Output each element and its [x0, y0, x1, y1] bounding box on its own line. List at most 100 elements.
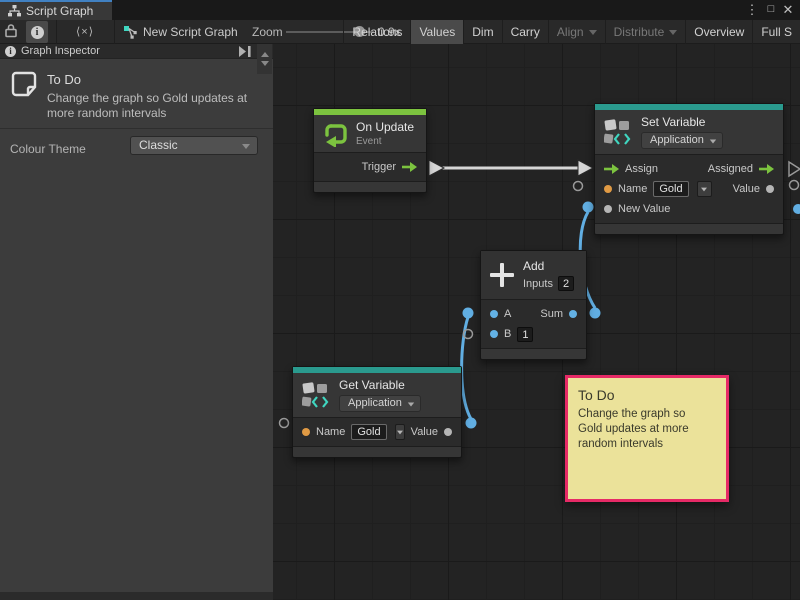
dock-panel-icon[interactable]	[237, 45, 253, 58]
relations-button[interactable]: Relations	[343, 20, 410, 44]
values-button[interactable]: Values	[410, 20, 463, 44]
variable-scope-dropdown[interactable]: Application	[641, 132, 723, 149]
colour-theme-label: Colour Theme	[10, 142, 86, 156]
port-row-assign: Assign Assigned	[595, 159, 783, 179]
flow-out-port[interactable]	[402, 162, 417, 172]
node-footer	[481, 348, 586, 359]
flow-in-port[interactable]	[604, 164, 619, 174]
node-ports: Trigger	[314, 152, 426, 181]
lock-button[interactable]	[4, 23, 22, 41]
titlebar: Script Graph ⋮ □ ✕	[0, 0, 800, 20]
script-graph-asset-icon	[124, 26, 137, 39]
node-header[interactable]: Get Variable Application	[293, 373, 461, 417]
scroll-down-icon[interactable]	[261, 61, 269, 66]
graph-canvas[interactable]: On Update Event Trigger	[273, 44, 800, 600]
name-input-port[interactable]	[604, 185, 612, 193]
zoom-label: Zoom	[252, 20, 283, 44]
new-script-graph-breadcrumb[interactable]: New Script Graph	[124, 20, 238, 44]
node-subtitle: Event	[356, 136, 414, 147]
node-header[interactable]: Set Variable Application	[595, 110, 783, 154]
port-row-b: B 1	[481, 324, 586, 344]
node-on-update[interactable]: On Update Event Trigger	[313, 108, 427, 193]
wire-endpoint-dot[interactable]	[793, 204, 800, 214]
chevron-down-icon	[242, 144, 250, 149]
trigger-port-label: Trigger	[362, 161, 396, 173]
inspector-scroll-spinner[interactable]	[257, 44, 272, 74]
value-output-port[interactable]	[766, 185, 774, 193]
window-maximize-button[interactable]: □	[763, 0, 779, 20]
value-output-port[interactable]	[444, 428, 452, 436]
align-dropdown[interactable]: Align	[548, 20, 605, 44]
a-port-label: A	[504, 308, 511, 320]
sticky-note[interactable]: To Do Change the graph so Gold updates a…	[565, 375, 729, 502]
sum-output-port[interactable]	[569, 310, 577, 318]
b-value-field[interactable]: 1	[517, 327, 533, 342]
variable-scope-dropdown[interactable]: Application	[339, 395, 421, 412]
external-port-assigned[interactable]	[789, 162, 800, 176]
inputs-count-field[interactable]: 2	[558, 276, 574, 291]
node-ports: Name Gold Value	[293, 417, 461, 446]
tab-script-graph[interactable]: Script Graph	[0, 0, 112, 20]
name-value-dropdown[interactable]	[697, 181, 712, 197]
wire-endpoint-dot[interactable]	[466, 418, 477, 429]
add-plus-icon	[490, 263, 514, 287]
node-get-variable[interactable]: Get Variable Application Name Gold Value	[292, 366, 462, 458]
window-menu-button[interactable]: ⋮	[744, 0, 760, 20]
name-input-port[interactable]	[302, 428, 310, 436]
name-value-field[interactable]: Gold	[351, 424, 386, 440]
external-port-getvar-name[interactable]	[280, 419, 289, 428]
name-value-field[interactable]: Gold	[653, 181, 688, 197]
node-header[interactable]: Add Inputs 2	[481, 251, 586, 299]
node-header[interactable]: On Update Event	[314, 115, 426, 152]
sticky-note-body: Change the graph so Gold updates at more…	[578, 407, 716, 452]
sum-port-label: Sum	[540, 308, 563, 320]
name-port-label: Name	[618, 183, 647, 195]
port-row-new-value: New Value	[595, 199, 783, 219]
node-add[interactable]: Add Inputs 2 A Sum	[480, 250, 587, 360]
colour-theme-select[interactable]: Classic	[130, 136, 258, 155]
inspector-toggle-button[interactable]: i	[26, 21, 48, 43]
chevron-down-icon	[408, 403, 414, 407]
wire-endpoint-dot[interactable]	[583, 202, 594, 213]
node-title: Add	[523, 259, 574, 273]
wire-endpoint-dot[interactable]	[590, 308, 601, 319]
a-input-port[interactable]	[490, 310, 498, 318]
node-footer	[595, 223, 783, 234]
inputs-label: Inputs	[523, 278, 553, 290]
new-value-port-label: New Value	[618, 203, 670, 215]
name-value-dropdown[interactable]	[395, 424, 405, 440]
assign-port-label: Assign	[625, 163, 658, 175]
node-footer	[314, 181, 426, 192]
chevron-down-icon	[710, 140, 716, 144]
flow-out-port[interactable]	[759, 164, 774, 174]
info-icon: i	[5, 46, 16, 57]
tab-label: Script Graph	[26, 4, 93, 18]
overview-button[interactable]: Overview	[685, 20, 752, 44]
sticky-note-title: To Do	[578, 387, 716, 403]
wire-trigger-to-assign[interactable]	[429, 160, 593, 176]
node-footer	[293, 446, 461, 457]
external-port-setvar-name[interactable]	[574, 182, 583, 191]
wire-getvar-to-add-a[interactable]	[462, 317, 471, 419]
code-view-icon[interactable]: ⟨×⟩	[66, 20, 104, 44]
value-port-label: Value	[411, 426, 438, 438]
on-update-loop-icon	[323, 121, 349, 147]
carry-button[interactable]: Carry	[502, 20, 548, 44]
chevron-down-icon	[589, 30, 597, 35]
toolbar-toggle-group: Relations Values Dim Carry Align Distrib…	[343, 20, 800, 44]
node-set-variable[interactable]: Set Variable Application Assign Assigned	[594, 103, 784, 235]
distribute-dropdown[interactable]: Distribute	[605, 20, 686, 44]
wire-endpoint-dot[interactable]	[463, 308, 474, 319]
new-value-input-port[interactable]	[604, 205, 612, 213]
window-close-button[interactable]: ✕	[780, 0, 796, 20]
dim-button[interactable]: Dim	[463, 20, 501, 44]
graph-title: To Do	[47, 72, 81, 87]
node-ports: Assign Assigned Name Gold V	[595, 154, 783, 223]
scroll-up-icon[interactable]	[261, 52, 269, 57]
external-port-value[interactable]	[790, 181, 799, 190]
port-row-a: A Sum	[481, 304, 586, 324]
node-title: Set Variable	[641, 115, 723, 129]
fullscreen-button[interactable]: Full S	[752, 20, 800, 44]
b-input-port[interactable]	[490, 330, 498, 338]
graph-inspector-header[interactable]: i Graph Inspector	[0, 44, 273, 59]
